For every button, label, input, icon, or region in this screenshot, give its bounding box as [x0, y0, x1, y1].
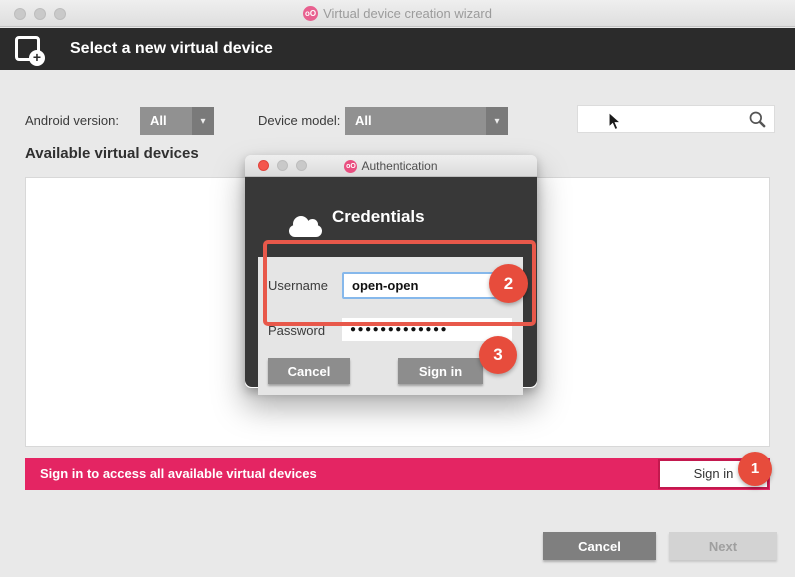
device-model-label: Device model:: [258, 113, 341, 128]
chevron-down-icon: ▾: [192, 107, 214, 135]
wizard-window: oO Virtual device creation wizard + Sele…: [0, 0, 795, 577]
dialog-cancel-button[interactable]: Cancel: [268, 358, 350, 384]
signin-banner-message: Sign in to access all available virtual …: [40, 466, 317, 481]
signin-banner: Sign in to access all available virtual …: [25, 458, 770, 490]
page-title: Select a new virtual device: [70, 40, 273, 57]
android-version-value: All: [150, 113, 167, 128]
password-field[interactable]: [342, 318, 512, 341]
step-2-badge: 2: [489, 264, 528, 303]
credentials-heading: Credentials: [332, 207, 425, 226]
dialog-titlebar: oO Authentication: [245, 155, 537, 177]
device-search-box[interactable]: [577, 105, 775, 133]
dialog-title: Authentication: [361, 159, 438, 173]
username-label: Username: [268, 278, 328, 293]
cloud-icon: [289, 216, 322, 237]
window-titlebar: oO Virtual device creation wizard: [0, 0, 795, 27]
device-model-value: All: [355, 113, 372, 128]
dialog-title-area: oO Authentication: [245, 155, 537, 177]
wizard-next-button[interactable]: Next: [669, 532, 777, 560]
step-3-badge: 3: [479, 336, 517, 374]
chevron-down-icon: ▾: [486, 107, 508, 135]
available-devices-title: Available virtual devices: [25, 145, 199, 162]
android-version-dropdown[interactable]: All ▾: [140, 107, 214, 135]
search-icon: [748, 110, 767, 134]
genymotion-logo-icon: oO: [303, 6, 319, 21]
android-version-label: Android version:: [25, 113, 119, 128]
password-label: Password: [268, 323, 326, 338]
wizard-header: + Select a new virtual device: [0, 28, 795, 70]
username-field[interactable]: [342, 272, 512, 299]
add-device-icon: +: [15, 36, 45, 66]
window-title-area: oO Virtual device creation wizard: [0, 0, 795, 27]
credentials-form: Username Password Cancel Sign in: [258, 257, 523, 395]
genymotion-logo-icon: oO: [344, 159, 358, 173]
wizard-cancel-button[interactable]: Cancel: [543, 532, 656, 560]
window-title: Virtual device creation wizard: [323, 6, 492, 21]
dialog-signin-button[interactable]: Sign in: [398, 358, 483, 384]
mouse-cursor-icon: [608, 111, 622, 137]
plus-icon: +: [29, 50, 45, 66]
device-model-dropdown[interactable]: All ▾: [345, 107, 508, 135]
step-1-badge: 1: [738, 452, 772, 486]
